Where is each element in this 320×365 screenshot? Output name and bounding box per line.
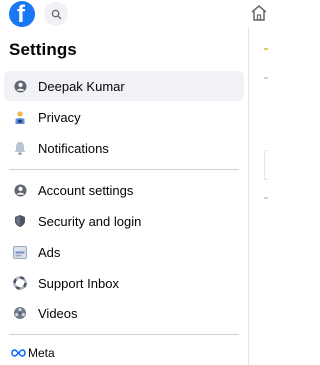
sidebar-item-label: Account settings: [38, 182, 134, 198]
meta-brand-text: Meta: [28, 346, 55, 360]
sidebar-item-label: Ads: [38, 244, 61, 260]
sidebar-item-privacy[interactable]: Privacy: [4, 102, 244, 132]
lock-person-icon: [12, 109, 28, 125]
content-panel: [249, 27, 268, 365]
search-button[interactable]: [44, 2, 68, 26]
film-icon: [12, 305, 28, 321]
ads-icon: [12, 244, 28, 260]
sidebar-item-label: Deepak Kumar: [38, 78, 125, 94]
content-mark: [264, 197, 268, 199]
search-icon: [51, 9, 61, 19]
section-divider: [9, 334, 239, 335]
sidebar-item-security[interactable]: Security and login: [4, 206, 244, 236]
bell-icon: [12, 140, 28, 156]
content-mark: [264, 77, 268, 79]
facebook-logo-icon[interactable]: f: [9, 1, 35, 28]
sidebar-item-label: Support Inbox: [38, 275, 119, 291]
sidebar-item-label: Videos: [38, 305, 78, 321]
sidebar-item-ads[interactable]: Ads: [4, 237, 244, 267]
top-bar: f: [0, 0, 266, 28]
sidebar-item-videos[interactable]: Videos: [4, 298, 244, 328]
meta-logo[interactable]: Meta: [11, 346, 55, 360]
sidebar-item-notifications[interactable]: Notifications: [4, 133, 244, 163]
content-box: [264, 150, 268, 180]
sidebar-item-label: Notifications: [38, 140, 109, 156]
sidebar-item-support-inbox[interactable]: Support Inbox: [4, 268, 244, 298]
sidebar-item-account-settings[interactable]: Account settings: [4, 175, 244, 205]
profile-icon: [12, 78, 28, 94]
sidebar-item-label: Privacy: [38, 109, 81, 125]
content-mark: [264, 48, 268, 50]
shield-icon: [12, 213, 28, 229]
meta-infinity-icon: [11, 349, 26, 357]
page-title: Settings: [9, 40, 77, 59]
sidebar-item-profile[interactable]: Deepak Kumar: [4, 71, 244, 101]
home-icon[interactable]: [250, 4, 266, 22]
section-divider: [9, 169, 239, 170]
account-icon: [12, 182, 28, 198]
lifebuoy-icon: [12, 275, 28, 291]
sidebar-item-label: Security and login: [38, 213, 142, 229]
